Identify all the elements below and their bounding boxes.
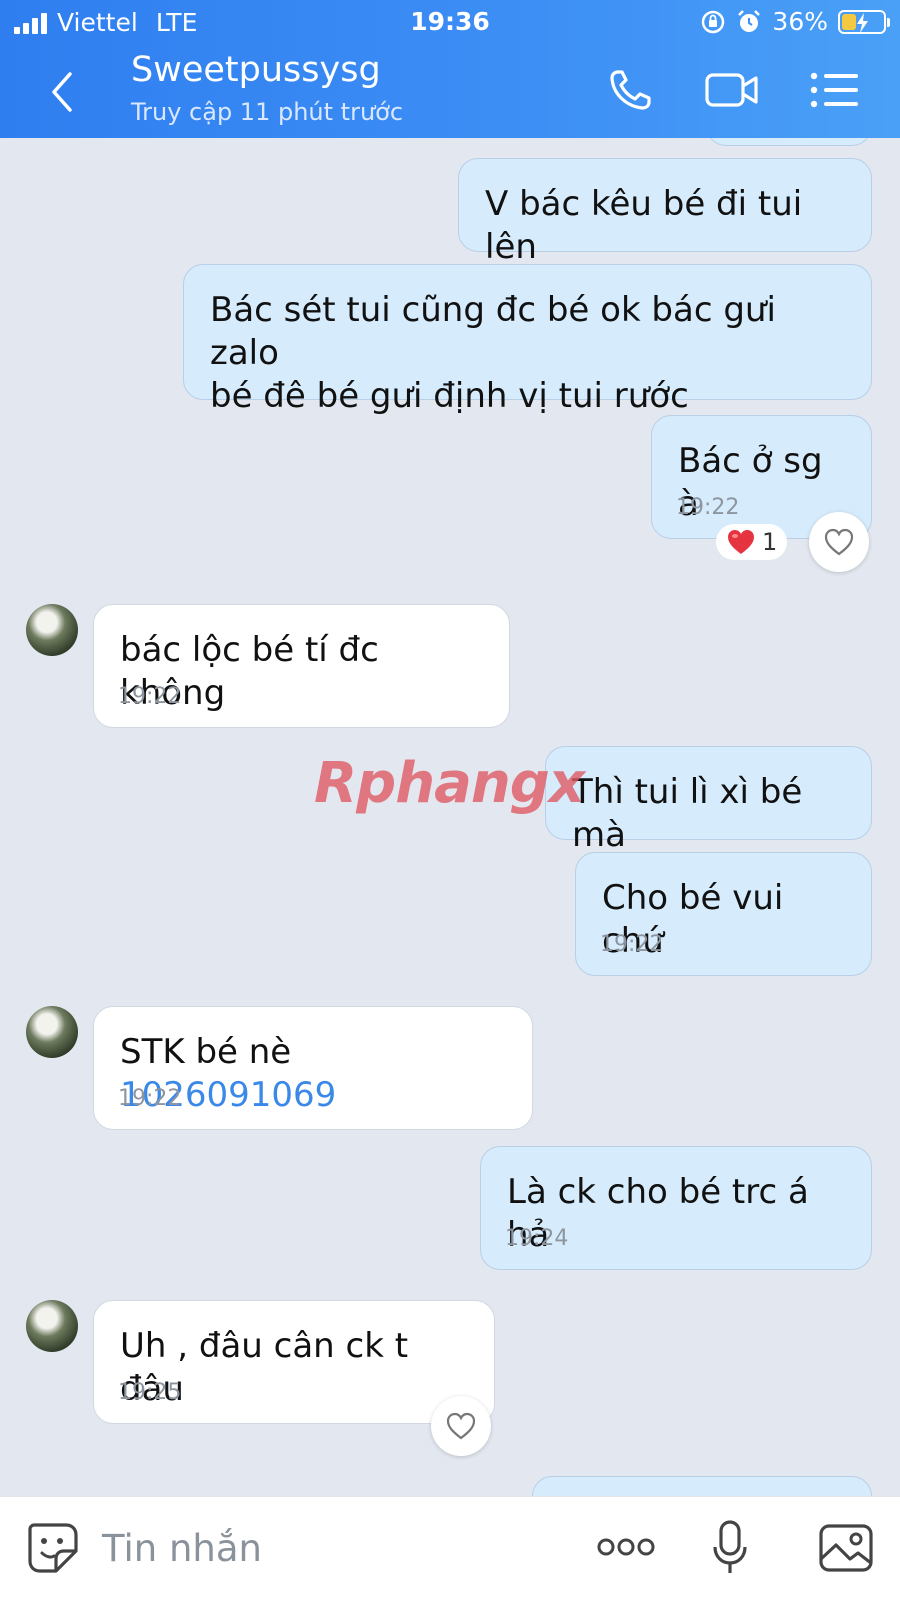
message-text: bé đê bé gưi định vị tui rước	[210, 376, 689, 416]
message-bubble[interactable]: V bác kêu bé đi tui lên	[458, 158, 872, 267]
more-icon[interactable]	[596, 1537, 656, 1557]
sticker-icon[interactable]	[26, 1521, 80, 1575]
message-bubble[interactable]: bác lộc bé tí đc không 19:22	[93, 604, 510, 728]
message-text: V bác kêu bé đi tui lên	[485, 184, 803, 267]
message-text: STK bé nè	[120, 1032, 292, 1072]
message-time: 19:24	[505, 1226, 569, 1251]
message-bubble[interactable]: Thì tui lì xì bé mà	[545, 746, 872, 855]
alarm-icon	[738, 9, 761, 32]
message-bubble[interactable]: Là ck cho bé trc á hả 19:24	[480, 1146, 872, 1270]
heart-outline-icon	[824, 528, 854, 556]
battery-percent: 36%	[772, 7, 828, 36]
message-time: 19:25	[118, 1380, 182, 1405]
avatar[interactable]	[26, 604, 78, 656]
video-call-icon[interactable]	[704, 66, 760, 114]
heart-reaction-icon	[728, 530, 754, 554]
back-icon[interactable]	[40, 62, 90, 122]
phone-icon[interactable]	[604, 66, 660, 114]
message-bubble[interactable]: Cho bé vui chứ 19:22	[575, 852, 872, 976]
message-bubble[interactable]: STK bé nè 1026091069 19:22	[93, 1006, 533, 1130]
image-icon[interactable]	[818, 1523, 874, 1573]
battery-charging-icon	[838, 9, 890, 34]
message-time: 19:22	[676, 495, 740, 520]
reaction-summary[interactable]: 1	[716, 524, 788, 560]
status-right: 36%	[700, 7, 890, 36]
microphone-icon[interactable]	[712, 1519, 748, 1577]
message-list[interactable]: V bác kêu bé đi tui lên Bác sét tui cũng…	[0, 138, 900, 1496]
like-button[interactable]	[431, 1396, 491, 1456]
message-bubble-partial	[706, 138, 872, 146]
like-button[interactable]	[809, 512, 869, 572]
heart-outline-icon	[446, 1412, 476, 1440]
message-bubble[interactable]: Bác sét tui cũng đc bé ok bác gưi zalo b…	[183, 264, 872, 416]
message-bubble-partial	[532, 1476, 872, 1496]
orientation-lock-icon	[702, 10, 725, 33]
contact-name[interactable]: Sweetpussysg	[131, 50, 381, 90]
chat-header: Viettel LTE 19:36 36% Sweetpussysg Truy …	[0, 0, 900, 138]
message-time: 19:22	[118, 684, 182, 709]
message-input-bar: Tin nhắn	[0, 1496, 900, 1600]
watermark-logo: Rphangx	[314, 751, 585, 816]
last-seen-status: Truy cập 11 phút trước	[131, 98, 404, 126]
reaction-count: 1	[762, 528, 778, 556]
avatar[interactable]	[26, 1300, 78, 1352]
message-bubble[interactable]: Uh , đâu cân ck t đâu 19:25	[93, 1300, 495, 1424]
message-time: 19:22	[118, 1086, 182, 1111]
message-text: Thì tui lì xì bé mà	[572, 772, 803, 855]
menu-icon[interactable]	[808, 66, 864, 114]
status-bar: Viettel LTE 19:36 36%	[0, 0, 900, 44]
message-text: Bác sét tui cũng đc bé ok bác gưi zalo	[210, 290, 776, 373]
message-input[interactable]: Tin nhắn	[102, 1527, 262, 1570]
message-time: 19:22	[600, 932, 664, 957]
avatar[interactable]	[26, 1006, 78, 1058]
